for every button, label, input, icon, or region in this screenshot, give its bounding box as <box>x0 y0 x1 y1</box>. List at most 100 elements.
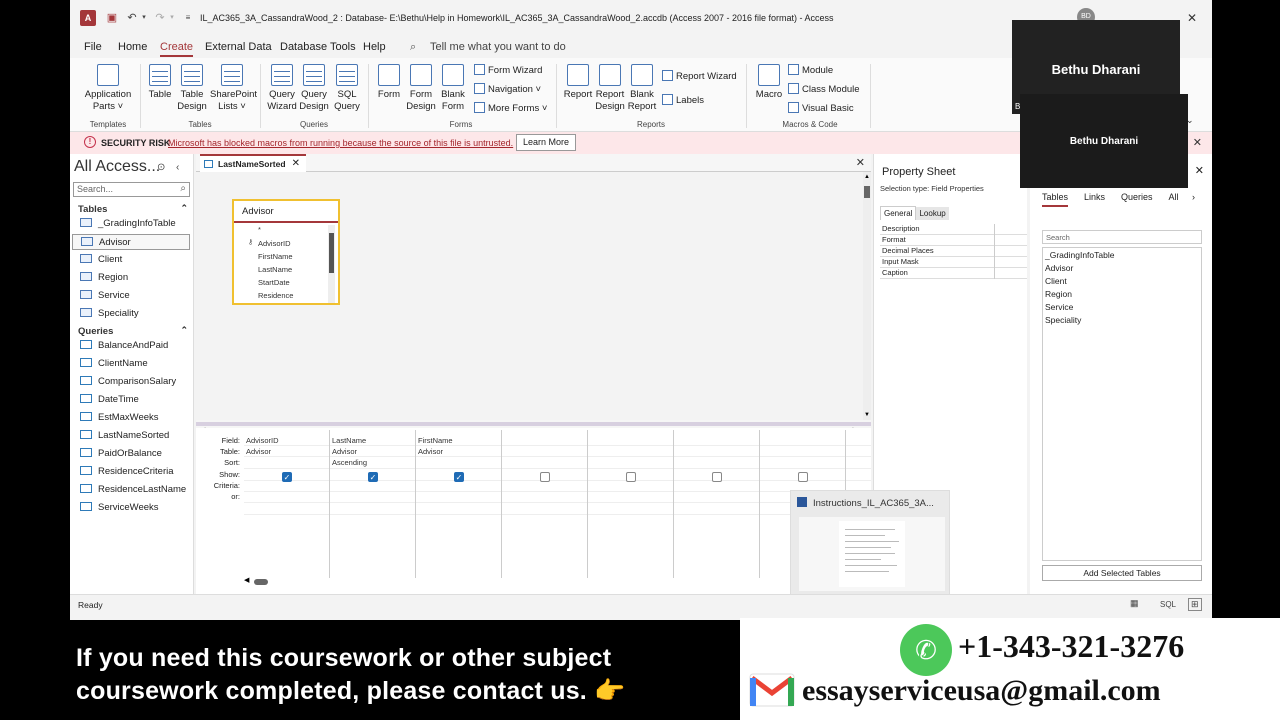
close-security-bar-icon[interactable]: ✕ <box>1193 136 1202 149</box>
property-row[interactable]: Decimal Places <box>880 246 1027 257</box>
field-list-item[interactable]: LastName <box>258 265 292 274</box>
tab-create[interactable]: Create <box>160 41 194 57</box>
nav-pane-title[interactable]: All Access... <box>74 158 160 176</box>
close-window-icon[interactable]: ✕ <box>1182 8 1202 28</box>
show-checkbox[interactable] <box>540 472 550 482</box>
add-tables-item[interactable]: Region <box>1045 289 1072 299</box>
design-grid-column[interactable] <box>502 430 588 578</box>
grid-field-cell[interactable]: FirstName <box>418 436 453 445</box>
tab-help[interactable]: Help <box>363 41 386 53</box>
blank-form-button[interactable]: Blank Form <box>438 64 468 113</box>
nav-item-query[interactable]: LastNameSorted <box>72 428 190 444</box>
nav-item-query[interactable]: ResidenceLastName <box>72 482 190 498</box>
sharepoint-lists-button[interactable]: SharePoint Lists ˅ <box>210 64 257 113</box>
add-tables-search-input[interactable]: Search <box>1042 230 1202 244</box>
close-document-icon[interactable]: ✕ <box>856 156 865 169</box>
property-row[interactable]: Format <box>880 235 1027 246</box>
labels-button[interactable]: Labels <box>662 94 704 106</box>
more-forms-button[interactable]: More Forms ˅ <box>474 102 547 114</box>
class-module-button[interactable]: Class Module <box>788 83 860 95</box>
tables-section-header[interactable]: Tables ⌃ <box>78 203 188 215</box>
collapse-nav-pane-icon[interactable]: ‹ <box>176 162 179 173</box>
design-view-icon[interactable]: ⊞ <box>1188 598 1202 611</box>
nav-item-query[interactable]: DateTime <box>72 392 190 408</box>
table-pane-vscrollbar[interactable]: ▲ ▼ <box>863 172 871 420</box>
tab-external-data[interactable]: External Data <box>205 41 272 53</box>
show-checkbox[interactable] <box>626 472 636 482</box>
tab-tables[interactable]: Tables <box>1042 192 1069 207</box>
nav-search-input[interactable]: Search... ⌕ <box>73 182 190 197</box>
grid-field-cell[interactable]: AdvisorID <box>246 436 279 445</box>
scroll-thumb[interactable] <box>329 233 334 273</box>
design-grid-column[interactable] <box>674 430 760 578</box>
queries-section-header[interactable]: Queries ⌃ <box>78 325 188 337</box>
macro-button[interactable]: Macro <box>754 64 784 101</box>
visual-basic-button[interactable]: Visual Basic <box>788 102 854 114</box>
grid-table-cell[interactable]: Advisor <box>246 447 271 456</box>
tab-links[interactable]: Links <box>1084 192 1105 202</box>
tab-queries[interactable]: Queries <box>1121 192 1153 202</box>
grid-field-cell[interactable]: LastName <box>332 436 366 445</box>
add-selected-tables-button[interactable]: Add Selected Tables <box>1042 565 1202 581</box>
redo-dropdown-icon[interactable]: ▾ <box>164 10 180 26</box>
nav-pane-menu-icon[interactable]: ⊙ <box>157 162 165 173</box>
report-design-button[interactable]: Report Design <box>594 64 626 113</box>
grid-table-cell[interactable]: Advisor <box>332 447 357 456</box>
field-list-item[interactable]: AdvisorID <box>258 239 291 248</box>
scroll-left-icon[interactable]: ◀ <box>244 576 249 584</box>
undo-dropdown-icon[interactable]: ▾ <box>136 10 152 26</box>
design-grid-column[interactable]: LastName Advisor Ascending ✓ <box>330 430 416 578</box>
close-tab-icon[interactable]: ✕ <box>292 158 300 169</box>
add-tables-item[interactable]: Advisor <box>1045 263 1073 273</box>
field-list-advisor[interactable]: Advisor * ⚷ AdvisorID FirstName LastName… <box>232 199 340 305</box>
nav-item-table[interactable]: _GradingInfoTable <box>72 216 190 232</box>
blank-report-button[interactable]: Blank Report <box>626 64 658 113</box>
nav-item-query[interactable]: ServiceWeeks <box>72 500 190 516</box>
nav-item-table[interactable]: Region <box>72 270 190 286</box>
nav-item-query[interactable]: ComparisonSalary <box>72 374 190 390</box>
scroll-down-icon[interactable]: ▼ <box>864 412 870 418</box>
nav-item-table[interactable]: Service <box>72 288 190 304</box>
property-row[interactable]: Caption <box>880 268 1027 279</box>
sql-query-button[interactable]: SQL Query <box>332 64 362 113</box>
learn-more-button[interactable]: Learn More <box>516 134 577 151</box>
report-wizard-button[interactable]: Report Wizard <box>662 70 737 82</box>
form-wizard-button[interactable]: Form Wizard <box>474 64 542 76</box>
tab-general[interactable]: General <box>880 206 917 220</box>
module-button[interactable]: Module <box>788 64 833 76</box>
show-checkbox[interactable] <box>712 472 722 482</box>
field-list-item[interactable]: StartDate <box>258 278 290 287</box>
nav-item-table[interactable]: Client <box>72 252 190 268</box>
field-list-item[interactable]: FirstName <box>258 252 293 261</box>
form-design-button[interactable]: Form Design <box>406 64 436 113</box>
design-grid-column[interactable]: FirstName Advisor ✓ <box>416 430 502 578</box>
nav-item-query[interactable]: ResidenceCriteria <box>72 464 190 480</box>
tab-database-tools[interactable]: Database Tools <box>280 41 356 53</box>
tab-lookup[interactable]: Lookup <box>916 207 949 220</box>
security-message-link[interactable]: Microsoft has blocked macros from runnin… <box>168 138 513 148</box>
add-tables-item[interactable]: Speciality <box>1045 315 1081 325</box>
show-checkbox[interactable]: ✓ <box>368 472 378 482</box>
application-parts-button[interactable]: Application Parts ˅ <box>84 64 132 113</box>
show-checkbox[interactable]: ✓ <box>282 472 292 482</box>
query-wizard-button[interactable]: Query Wizard <box>266 64 298 113</box>
query-design-button[interactable]: Query Design <box>298 64 330 113</box>
nav-item-query[interactable]: ClientName <box>72 356 190 372</box>
save-icon[interactable]: ▣ <box>104 10 120 26</box>
report-button[interactable]: Report <box>562 64 594 101</box>
datasheet-view-icon[interactable]: ▦ <box>1130 598 1139 609</box>
field-list-item[interactable]: Residence <box>258 291 293 300</box>
design-grid-column[interactable]: AdvisorID Advisor ✓ <box>244 430 330 578</box>
table-button[interactable]: Table <box>146 64 174 101</box>
design-grid-hscrollbar[interactable]: ◀ <box>244 576 804 586</box>
scroll-thumb[interactable] <box>864 186 870 198</box>
nav-item-query[interactable]: BalanceAndPaid <box>72 338 190 354</box>
taskbar-preview-thumbnail[interactable]: Instructions_IL_AC365_3A... <box>790 490 950 598</box>
form-button[interactable]: Form <box>374 64 404 101</box>
property-row[interactable]: Description <box>880 224 1027 235</box>
close-pane-icon[interactable]: ✕ <box>1195 164 1204 177</box>
sql-view-button[interactable]: SQL <box>1160 600 1176 609</box>
show-checkbox[interactable]: ✓ <box>454 472 464 482</box>
field-list-scrollbar[interactable] <box>328 225 335 303</box>
document-tab[interactable]: LastNameSorted ✕ <box>200 154 306 172</box>
